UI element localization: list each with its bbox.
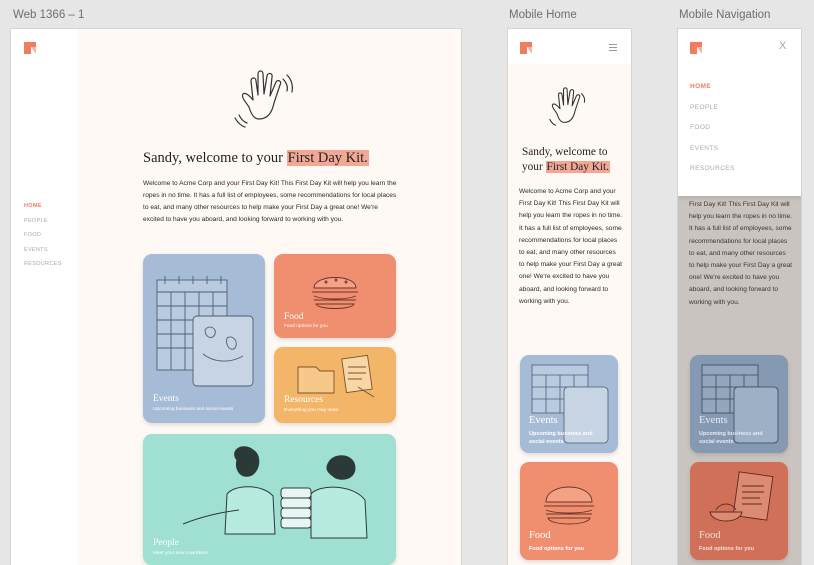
title-line-1: Sandy, welcome to: [522, 146, 608, 158]
people-card-title: People: [153, 538, 179, 548]
nav-item-events[interactable]: EVENTS: [24, 247, 62, 262]
title-text: your: [522, 161, 546, 173]
nav-item-food[interactable]: FOOD: [24, 232, 62, 247]
brand-logo-icon[interactable]: [520, 42, 532, 54]
events-card[interactable]: Events Upcoming business and social even…: [143, 254, 265, 423]
artboard-label-mobile-home: Mobile Home: [509, 9, 577, 21]
intro-paragraph: First Day Kit! This First Day Kit will h…: [689, 201, 792, 306]
title-text: Sandy, welcome to your: [143, 150, 287, 166]
nav-item-people[interactable]: PEOPLE: [24, 218, 62, 233]
food-card-subtitle: Food options for you: [529, 546, 584, 552]
web-artboard: HOME PEOPLE FOOD EVENTS RESOURCES Sandy,…: [11, 29, 461, 565]
food-card[interactable]: Food Food options for you: [274, 254, 396, 338]
brand-logo-icon[interactable]: [24, 42, 36, 54]
nav-menu-panel: X HOME PEOPLE FOOD EVENTS RESOURCES: [678, 29, 801, 196]
sidebar: HOME PEOPLE FOOD EVENTS RESOURCES: [11, 29, 78, 565]
title-highlight: First Day Kit.: [545, 161, 610, 173]
title-highlight: First Day Kit.: [286, 150, 369, 166]
sidebar-nav: HOME PEOPLE FOOD EVENTS RESOURCES: [24, 203, 62, 276]
events-card-title: Events: [153, 394, 179, 404]
close-icon[interactable]: X: [779, 40, 786, 52]
food-card-subtitle: Food options for you: [699, 546, 754, 552]
nav-item-food[interactable]: FOOD: [690, 124, 735, 145]
events-card[interactable]: Events Upcoming business and social even…: [690, 355, 788, 453]
mobile-nav-artboard: First Day Kit! This First Day Kit will h…: [678, 29, 801, 565]
food-card-subtitle: Food options for you: [284, 324, 328, 329]
people-icon: [182, 446, 368, 539]
nav-item-resources[interactable]: RESOURCES: [690, 165, 735, 186]
mobile-nav-list: HOME PEOPLE FOOD EVENTS RESOURCES: [690, 83, 735, 186]
events-card-title: Events: [699, 415, 728, 426]
events-card-title: Events: [529, 415, 558, 426]
waving-hand-icon: [234, 70, 293, 128]
people-card-subtitle: Meet your new coworkers: [153, 551, 208, 556]
intro-paragraph: Welcome to Acme Corp and your First Day …: [143, 180, 397, 223]
hamburger-icon[interactable]: [609, 44, 617, 52]
resources-card-subtitle: Everything you may need: [284, 408, 339, 413]
resources-card[interactable]: Resources Everything you may need: [274, 347, 396, 423]
nav-item-resources[interactable]: RESOURCES: [24, 261, 62, 276]
title-line-2: your First Day Kit.: [522, 160, 626, 175]
mobile-header: [508, 29, 631, 64]
food-card[interactable]: Food Food options for you: [690, 462, 788, 560]
events-card[interactable]: Events Upcoming business and social even…: [520, 355, 618, 453]
page-title: Sandy, welcome to your First Day Kit.: [143, 150, 369, 167]
food-card-title: Food: [699, 530, 721, 541]
nav-item-home[interactable]: HOME: [690, 83, 735, 104]
events-card-subtitle: Upcoming business and social events: [153, 407, 234, 412]
food-card-title: Food: [529, 530, 551, 541]
artboard-label-mobile-nav: Mobile Navigation: [679, 9, 771, 21]
artboard-label-web: Web 1366 – 1: [13, 9, 85, 21]
brand-logo-icon[interactable]: [690, 42, 702, 54]
nav-item-people[interactable]: PEOPLE: [690, 104, 735, 125]
people-card[interactable]: People Meet your new coworkers: [143, 434, 396, 565]
food-card[interactable]: Food Food options for you: [520, 462, 618, 560]
food-card-title: Food: [284, 312, 304, 322]
nav-item-home[interactable]: HOME: [24, 203, 62, 218]
events-card-subtitle: Upcoming business and social events: [699, 431, 763, 445]
resources-card-title: Resources: [284, 395, 324, 405]
waving-hand-icon: [549, 87, 586, 126]
intro-paragraph: Welcome to Acme Corp and your First Day …: [519, 188, 622, 305]
page-title: Sandy, welcome to your First Day Kit.: [522, 145, 626, 175]
events-card-subtitle: Upcoming business and social events: [529, 431, 593, 445]
mobile-home-artboard: Sandy, welcome to your First Day Kit. We…: [508, 29, 631, 565]
nav-item-events[interactable]: EVENTS: [690, 145, 735, 166]
